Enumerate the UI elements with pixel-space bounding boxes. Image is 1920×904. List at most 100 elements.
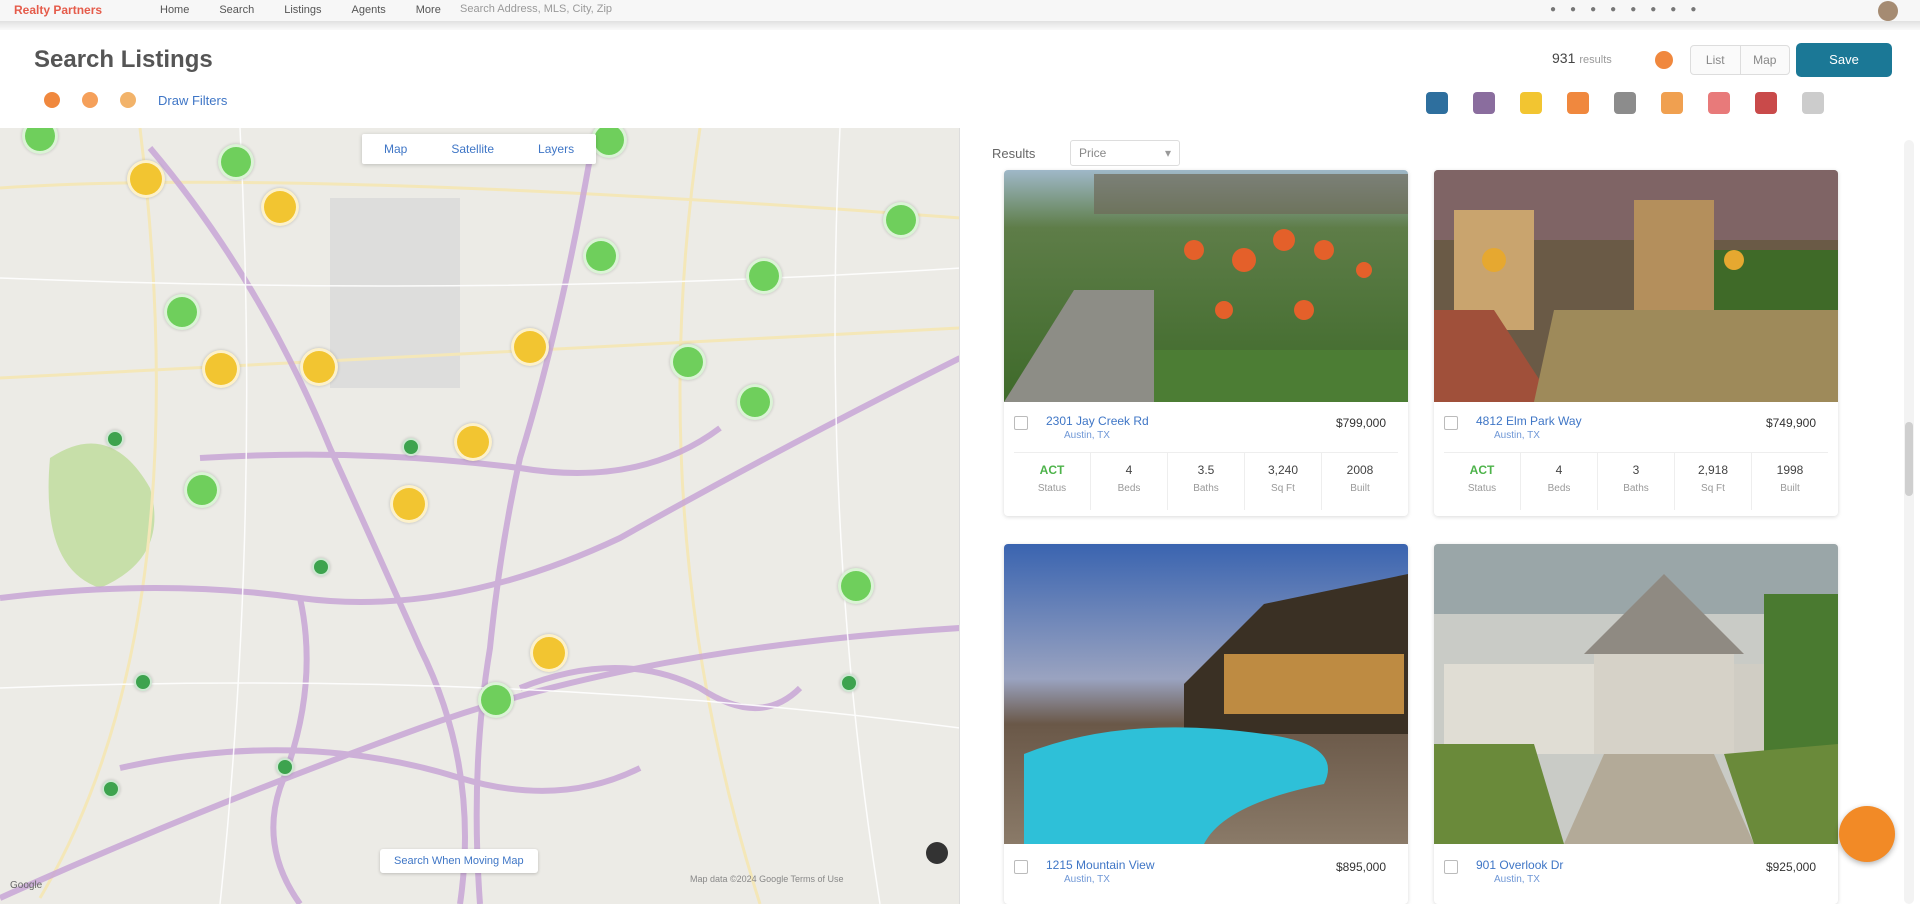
- favorite-checkbox[interactable]: [1014, 860, 1028, 874]
- global-search-input[interactable]: Search Address, MLS, City, Zip: [460, 3, 612, 15]
- map-cluster-marker[interactable]: [883, 202, 919, 238]
- favorite-checkbox[interactable]: [1014, 416, 1028, 430]
- top-icons: ● ● ● ● ● ● ● ●: [1550, 4, 1696, 15]
- status-filter-active-icon[interactable]: [44, 92, 60, 108]
- notification-icon[interactable]: [1655, 51, 1673, 69]
- map-tab-layers[interactable]: Layers: [516, 134, 596, 164]
- map-cluster-marker[interactable]: [261, 188, 299, 226]
- results-toolbar: [1426, 92, 1824, 114]
- listing-price: $749,900: [1765, 416, 1816, 430]
- favorite-checkbox[interactable]: [1444, 416, 1458, 430]
- map-listing-pin[interactable]: [840, 674, 858, 692]
- map-cluster-marker[interactable]: [670, 344, 706, 380]
- sort-select[interactable]: Price ▾: [1070, 140, 1180, 166]
- bell-icon[interactable]: ●: [1550, 4, 1556, 15]
- map-cluster-marker[interactable]: [478, 682, 514, 718]
- listing-card[interactable]: 1215 Mountain View Austin, TX $895,000: [1004, 544, 1408, 904]
- listing-photo[interactable]: [1434, 170, 1838, 402]
- edit-icon[interactable]: [1614, 92, 1636, 114]
- chart-icon[interactable]: [1708, 92, 1730, 114]
- help-icon[interactable]: ●: [1610, 4, 1616, 15]
- nav-item-more[interactable]: More: [416, 4, 441, 16]
- listing-address[interactable]: 4812 Elm Park Way: [1476, 414, 1582, 429]
- menu-icon[interactable]: ●: [1690, 4, 1696, 15]
- map-cluster-marker[interactable]: [127, 160, 165, 198]
- stat-status: ACT Status: [1014, 453, 1091, 510]
- listing-card[interactable]: 2301 Jay Creek Rd Austin, TX $799,000 AC…: [1004, 170, 1408, 516]
- map-cluster-marker[interactable]: [390, 485, 428, 523]
- map-cluster-marker[interactable]: [737, 384, 773, 420]
- star-icon[interactable]: [1520, 92, 1542, 114]
- calendar-icon[interactable]: ●: [1590, 4, 1596, 15]
- map-cluster-marker[interactable]: [164, 294, 200, 330]
- listing-photo[interactable]: [1434, 544, 1838, 844]
- status-filter-sold-icon[interactable]: [120, 92, 136, 108]
- listing-card[interactable]: 901 Overlook Dr Austin, TX $925,000: [1434, 544, 1838, 904]
- favorite-checkbox[interactable]: [1444, 860, 1458, 874]
- map-cluster-marker[interactable]: [746, 258, 782, 294]
- flag-icon[interactable]: [1567, 92, 1589, 114]
- draw-filters-link[interactable]: Draw Filters: [158, 93, 227, 108]
- listing-city: Austin, TX: [1064, 874, 1110, 885]
- share-icon[interactable]: [1661, 92, 1683, 114]
- binoculars-icon[interactable]: [1473, 92, 1495, 114]
- view-map-button[interactable]: Map: [1739, 46, 1790, 74]
- stat-baths: 3.5 Baths: [1168, 453, 1245, 510]
- user-icon[interactable]: ●: [1650, 4, 1656, 15]
- map-cluster-marker[interactable]: [184, 472, 220, 508]
- nav-item-home[interactable]: Home: [160, 4, 189, 16]
- search-when-moving-toggle[interactable]: Search When Moving Map: [380, 849, 538, 873]
- grid-icon[interactable]: ●: [1670, 4, 1676, 15]
- map-cluster-marker[interactable]: [454, 423, 492, 461]
- map-listing-pin[interactable]: [276, 758, 294, 776]
- street-view-icon[interactable]: [926, 842, 948, 864]
- map-listing-pin[interactable]: [102, 780, 120, 798]
- mail-icon[interactable]: ●: [1570, 4, 1576, 15]
- map-cluster-marker[interactable]: [218, 144, 254, 180]
- map-listing-pin[interactable]: [402, 438, 420, 456]
- chat-fab-button[interactable]: [1839, 806, 1895, 862]
- stat-label: Baths: [1623, 483, 1649, 494]
- brand-logo[interactable]: Realty Partners: [14, 3, 102, 17]
- save-search-button[interactable]: Save: [1796, 43, 1892, 77]
- globe-icon[interactable]: [1426, 92, 1448, 114]
- listing-card[interactable]: 4812 Elm Park Way Austin, TX $749,900 AC…: [1434, 170, 1838, 516]
- results-scrollbar[interactable]: [1904, 140, 1914, 904]
- map-cluster-marker[interactable]: [511, 328, 549, 366]
- listing-address[interactable]: 1215 Mountain View: [1046, 858, 1155, 873]
- header-shadow: [0, 22, 1920, 30]
- listing-address[interactable]: 2301 Jay Creek Rd: [1046, 414, 1149, 429]
- map-view[interactable]: [0, 128, 960, 904]
- map-tab-satellite[interactable]: Satellite: [429, 134, 516, 164]
- map-cluster-marker[interactable]: [202, 350, 240, 388]
- result-count-label: results: [1579, 54, 1612, 66]
- stat-year-built: 2008 Built: [1322, 453, 1398, 510]
- listing-photo[interactable]: [1004, 544, 1408, 844]
- view-list-button[interactable]: List: [1691, 46, 1740, 74]
- sort-select-value: Price: [1079, 146, 1107, 160]
- result-count: 931 results: [1552, 50, 1612, 66]
- video-icon[interactable]: [1755, 92, 1777, 114]
- map-cluster-marker[interactable]: [300, 348, 338, 386]
- stat-sqft: 3,240 Sq Ft: [1245, 453, 1322, 510]
- scrollbar-thumb[interactable]: [1905, 422, 1913, 496]
- status-filter-pending-icon[interactable]: [82, 92, 98, 108]
- map-tab-map[interactable]: Map: [362, 134, 429, 164]
- map-listing-pin[interactable]: [134, 673, 152, 691]
- map-cluster-marker[interactable]: [838, 568, 874, 604]
- nav-item-agents[interactable]: Agents: [352, 4, 386, 16]
- stat-value: 4: [1125, 463, 1133, 477]
- avatar[interactable]: [1878, 1, 1898, 21]
- nav-item-listings[interactable]: Listings: [284, 4, 321, 16]
- settings-icon[interactable]: ●: [1630, 4, 1636, 15]
- map-cluster-marker[interactable]: [530, 634, 568, 672]
- nav-item-search[interactable]: Search: [219, 4, 254, 16]
- map-listing-pin[interactable]: [312, 558, 330, 576]
- listing-photo[interactable]: [1004, 170, 1408, 402]
- more-icon[interactable]: [1802, 92, 1824, 114]
- map-cluster-marker[interactable]: [583, 238, 619, 274]
- listing-address[interactable]: 901 Overlook Dr: [1476, 858, 1563, 873]
- map-listing-pin[interactable]: [106, 430, 124, 448]
- listing-city: Austin, TX: [1494, 430, 1540, 441]
- stat-label: Beds: [1547, 483, 1571, 494]
